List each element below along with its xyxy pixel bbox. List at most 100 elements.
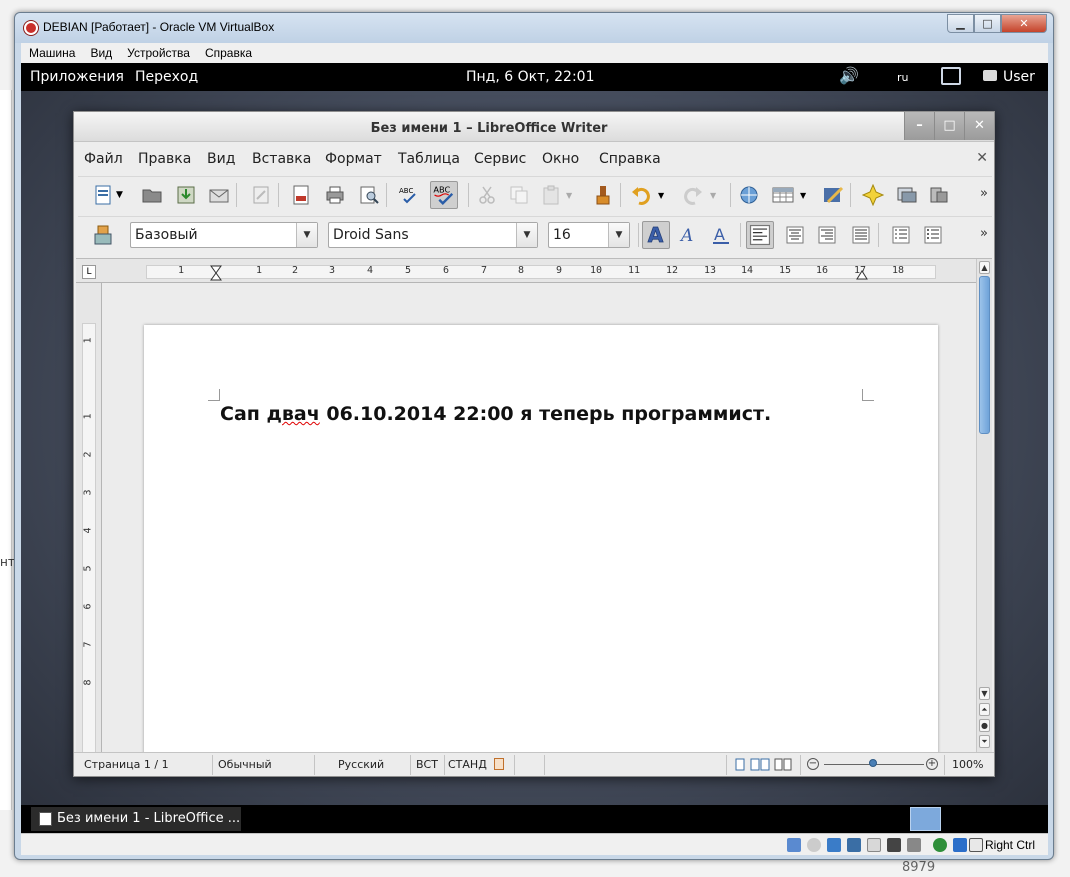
document-text-line[interactable]: Сап двач 06.10.2014 22:00 я теперь прогр…	[220, 403, 771, 425]
vbox-menu-view[interactable]: Вид	[90, 46, 112, 60]
vbox-menu-devices[interactable]: Устройства	[127, 46, 190, 60]
writer-titlebar[interactable]: Без имени 1 – LibreOffice Writer – □ ✕	[74, 112, 994, 142]
font-name-combo[interactable]: Droid Sans ▼	[328, 222, 538, 248]
language-indicator[interactable]: Русский	[338, 758, 384, 771]
speaker-icon[interactable]: 🔊	[839, 66, 859, 85]
keyboard-layout-indicator[interactable]: ru	[897, 71, 909, 84]
menu-file[interactable]: Файл	[84, 151, 123, 167]
host-key-arrow-icon[interactable]	[969, 838, 983, 852]
close-button[interactable]: ✕	[1001, 14, 1047, 33]
print-preview-icon[interactable]	[358, 184, 380, 206]
previous-page-icon[interactable]: ⏶	[979, 703, 990, 716]
taskbar-window-button[interactable]: Без имени 1 - LibreOffice ...	[31, 807, 241, 831]
input-method-icon[interactable]	[941, 67, 961, 85]
email-icon[interactable]	[208, 184, 230, 206]
print-icon[interactable]	[324, 184, 346, 206]
mouse-integration-icon[interactable]	[933, 838, 947, 852]
redo-dropdown-icon[interactable]: ▼	[710, 184, 732, 206]
scroll-down-icon[interactable]: ▼	[979, 687, 990, 700]
left-indent-marker-icon[interactable]	[210, 265, 222, 281]
document-page[interactable]: Сап двач 06.10.2014 22:00 я теперь прогр…	[144, 325, 938, 765]
toolbar-overflow-icon[interactable]: »	[980, 226, 988, 241]
menu-tools[interactable]: Сервис	[474, 151, 526, 167]
shared-folders-icon[interactable]	[847, 838, 861, 852]
paste-icon[interactable]	[540, 184, 562, 206]
horizontal-ruler[interactable]: L 1 1 2 3 4 5 6 7 8 9 10 11 12 13 14 15 …	[76, 259, 976, 283]
misspelled-word[interactable]: двач	[267, 403, 320, 425]
align-left-button[interactable]	[746, 221, 774, 249]
clone-formatting-icon[interactable]	[592, 184, 614, 206]
writer-minimize-button[interactable]: –	[904, 112, 934, 140]
styles-formatting-icon[interactable]	[92, 224, 114, 246]
save-icon[interactable]	[175, 184, 197, 206]
bullets-icon[interactable]	[922, 224, 944, 246]
vbox-titlebar[interactable]: DEBIAN [Работает] - Oracle VM VirtualBox…	[15, 13, 1053, 43]
bold-button[interactable]: A	[642, 221, 670, 249]
display-icon[interactable]	[867, 838, 881, 852]
menu-view[interactable]: Вид	[207, 151, 235, 167]
align-right-icon[interactable]	[816, 224, 838, 246]
scrollbar-thumb[interactable]	[979, 276, 990, 434]
table-dropdown-icon[interactable]: ▼	[800, 184, 822, 206]
undo-dropdown-icon[interactable]: ▼	[658, 184, 680, 206]
new-document-icon[interactable]	[92, 184, 114, 206]
user-menu[interactable]: User	[1003, 69, 1035, 85]
insert-mode-indicator[interactable]: ВСТ	[416, 758, 438, 771]
numbering-icon[interactable]	[890, 224, 912, 246]
hard-disk-icon[interactable]	[787, 838, 801, 852]
network-icon[interactable]	[887, 838, 901, 852]
font-size-combo[interactable]: 16 ▼	[548, 222, 630, 248]
page-style-indicator[interactable]: Обычный	[218, 758, 272, 771]
book-view-icon[interactable]	[774, 758, 792, 771]
video-capture-icon[interactable]	[907, 838, 921, 852]
redo-icon[interactable]	[682, 184, 704, 206]
vertical-ruler[interactable]: 1 1 2 3 4 5 6 7 8	[76, 283, 102, 753]
zoom-level[interactable]: 100%	[952, 758, 983, 771]
menu-edit[interactable]: Правка	[138, 151, 191, 167]
export-pdf-icon[interactable]	[290, 184, 312, 206]
zoom-out-icon[interactable]: −	[807, 758, 819, 770]
open-folder-icon[interactable]	[141, 184, 163, 206]
menu-window[interactable]: Окно	[542, 151, 579, 167]
close-document-icon[interactable]: ✕	[976, 150, 988, 166]
scroll-up-icon[interactable]: ▲	[979, 261, 990, 274]
zoom-slider-handle[interactable]	[869, 759, 877, 767]
chevron-down-icon[interactable]: ▼	[608, 223, 629, 247]
writer-maximize-button[interactable]: □	[934, 112, 964, 140]
panel-clock[interactable]: Пнд, 6 Окт, 22:01	[466, 69, 595, 85]
optical-drive-icon[interactable]	[807, 838, 821, 852]
paragraph-style-combo[interactable]: Базовый ▼	[130, 222, 318, 248]
navigation-icon[interactable]: ●	[979, 719, 990, 732]
right-indent-marker-icon[interactable]	[856, 268, 868, 280]
document-canvas[interactable]: Сап двач 06.10.2014 22:00 я теперь прогр…	[102, 283, 976, 765]
document-modified-icon[interactable]	[494, 758, 504, 770]
virtualization-icon[interactable]	[953, 838, 967, 852]
align-center-icon[interactable]	[784, 224, 806, 246]
spellcheck-icon[interactable]: ABC	[398, 184, 420, 206]
autospellcheck-toggle[interactable]: ABC	[430, 181, 458, 209]
writer-close-button[interactable]: ✕	[964, 112, 994, 140]
vbox-menu-machine[interactable]: Машина	[29, 46, 75, 60]
tab-type-selector[interactable]: L	[82, 265, 96, 279]
menu-format[interactable]: Формат	[325, 151, 382, 167]
edit-file-icon[interactable]	[250, 184, 272, 206]
table-icon[interactable]	[772, 184, 794, 206]
cut-icon[interactable]	[476, 184, 498, 206]
chevron-down-icon[interactable]: ▼	[516, 223, 537, 247]
multi-page-view-icon[interactable]	[750, 758, 770, 771]
page-indicator[interactable]: Страница 1 / 1	[84, 758, 169, 771]
copy-icon[interactable]	[508, 184, 530, 206]
vbox-menu-help[interactable]: Справка	[205, 46, 252, 60]
undo-icon[interactable]	[630, 184, 652, 206]
maximize-button[interactable]: □	[974, 14, 1001, 33]
chevron-down-icon[interactable]: ▼	[296, 223, 317, 247]
minimize-button[interactable]: ▁	[947, 14, 974, 33]
underline-icon[interactable]: A	[710, 224, 732, 246]
new-dropdown-icon[interactable]: ▼	[116, 184, 138, 206]
usb-icon[interactable]	[827, 838, 841, 852]
places-menu[interactable]: Переход	[135, 69, 198, 85]
toolbar-overflow-icon[interactable]: »	[980, 186, 988, 201]
chat-status-icon[interactable]	[983, 70, 997, 81]
vertical-scrollbar[interactable]: ▲ ▼ ⏶ ● ⏷	[976, 259, 992, 752]
next-page-icon[interactable]: ⏷	[979, 735, 990, 748]
